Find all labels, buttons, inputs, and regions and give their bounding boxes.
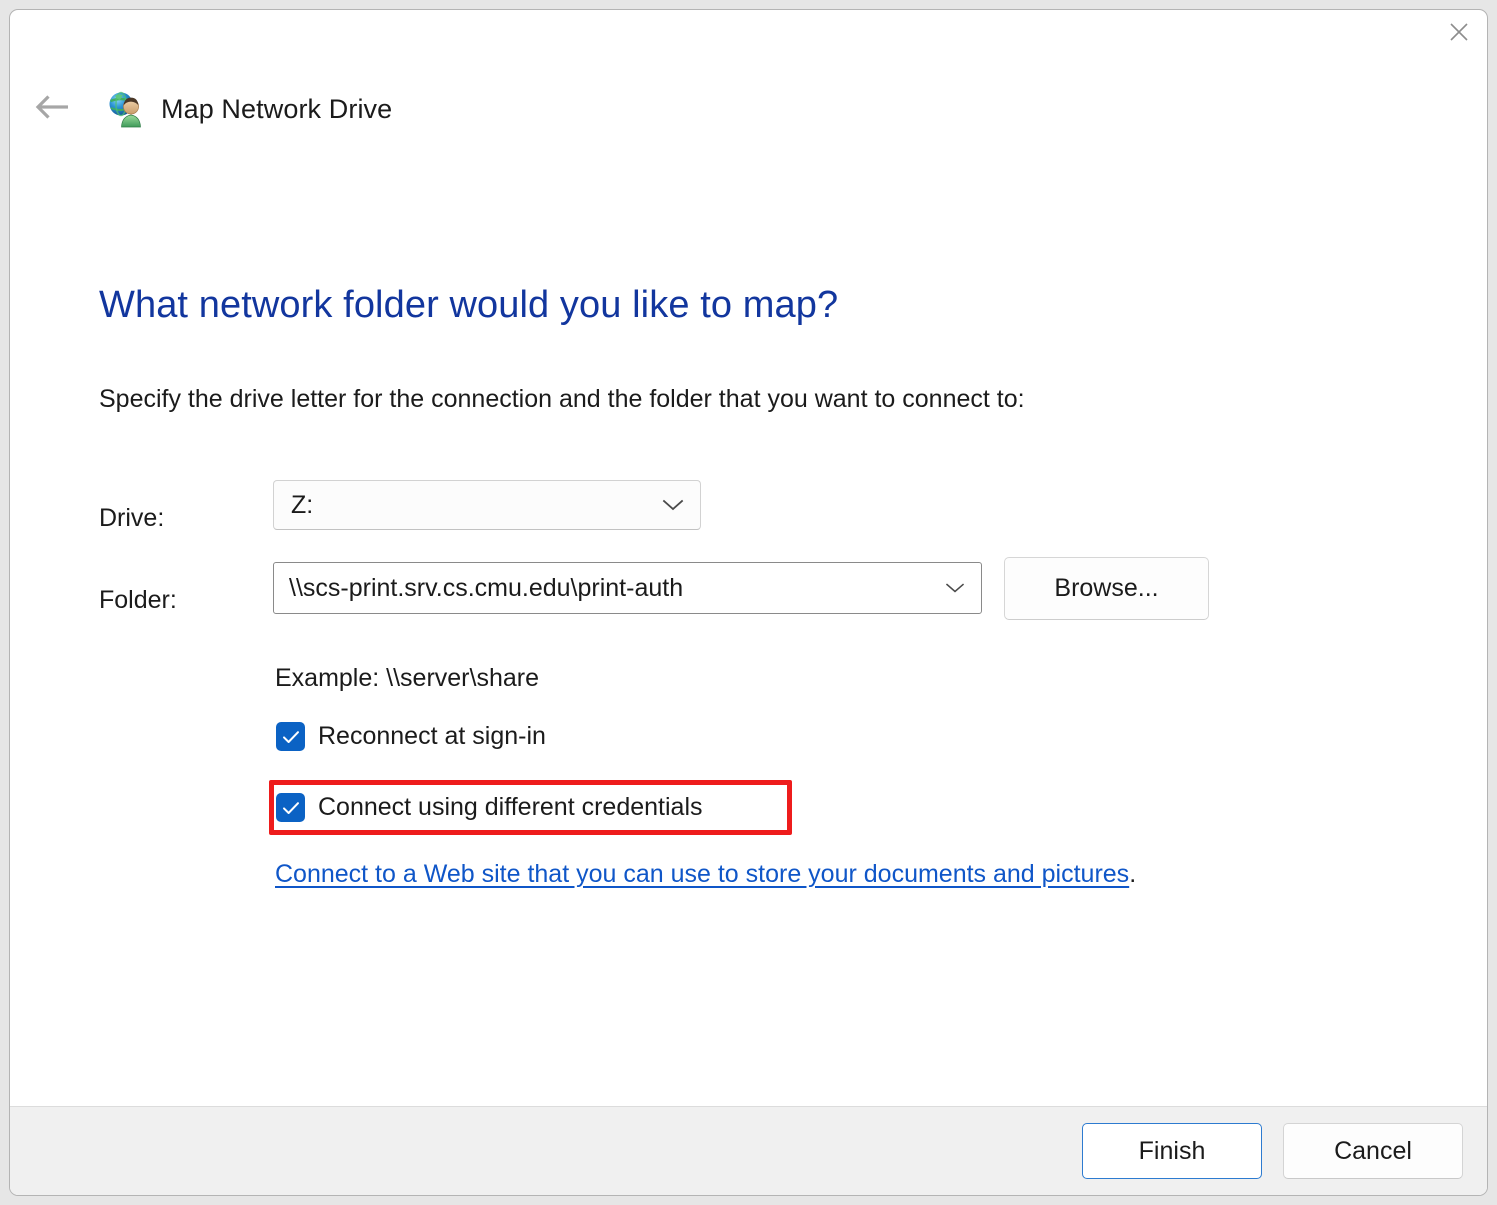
map-network-drive-window: Map Network Drive What network folder wo… bbox=[9, 9, 1488, 1196]
close-button[interactable] bbox=[1431, 10, 1487, 54]
page-subtitle: Specify the drive letter for the connect… bbox=[99, 385, 1025, 413]
drive-select[interactable]: Z: bbox=[273, 480, 701, 530]
folder-input[interactable]: \\scs-print.srv.cs.cmu.edu\print-auth bbox=[273, 562, 982, 614]
back-arrow-icon bbox=[34, 90, 74, 129]
web-site-link-row: Connect to a Web site that you can use t… bbox=[275, 860, 1136, 889]
web-site-link-period: . bbox=[1129, 860, 1137, 888]
dialog-footer: Finish Cancel bbox=[10, 1106, 1487, 1195]
dialog-body: What network folder would you like to ma… bbox=[10, 142, 1487, 1106]
connect-different-credentials-label: Connect using different credentials bbox=[318, 793, 703, 821]
back-button[interactable] bbox=[30, 85, 78, 133]
finish-button[interactable]: Finish bbox=[1082, 1123, 1262, 1179]
title-bar bbox=[10, 10, 1487, 76]
page-title: What network folder would you like to ma… bbox=[99, 284, 839, 326]
close-icon bbox=[1448, 21, 1470, 43]
browse-button[interactable]: Browse... bbox=[1004, 557, 1209, 620]
window-title: Map Network Drive bbox=[161, 93, 393, 124]
checkbox-checked-icon[interactable] bbox=[276, 722, 305, 751]
drive-label: Drive: bbox=[99, 504, 165, 532]
chevron-down-icon[interactable] bbox=[945, 582, 981, 594]
reconnect-at-signin-label: Reconnect at sign-in bbox=[318, 722, 546, 750]
connect-different-credentials-checkbox-row[interactable]: Connect using different credentials bbox=[276, 793, 703, 822]
example-hint: Example: \\server\share bbox=[275, 664, 539, 692]
checkbox-checked-icon[interactable] bbox=[276, 793, 305, 822]
reconnect-at-signin-checkbox-row[interactable]: Reconnect at sign-in bbox=[276, 722, 546, 751]
dialog-header: Map Network Drive bbox=[10, 76, 1487, 142]
folder-label: Folder: bbox=[99, 586, 177, 614]
web-site-link[interactable]: Connect to a Web site that you can use t… bbox=[275, 860, 1129, 888]
cancel-button[interactable]: Cancel bbox=[1283, 1123, 1463, 1179]
chevron-down-icon bbox=[662, 498, 700, 512]
drive-selected-value: Z: bbox=[291, 490, 314, 519]
folder-value: \\scs-print.srv.cs.cmu.edu\print-auth bbox=[289, 573, 684, 602]
network-user-icon bbox=[107, 90, 145, 128]
